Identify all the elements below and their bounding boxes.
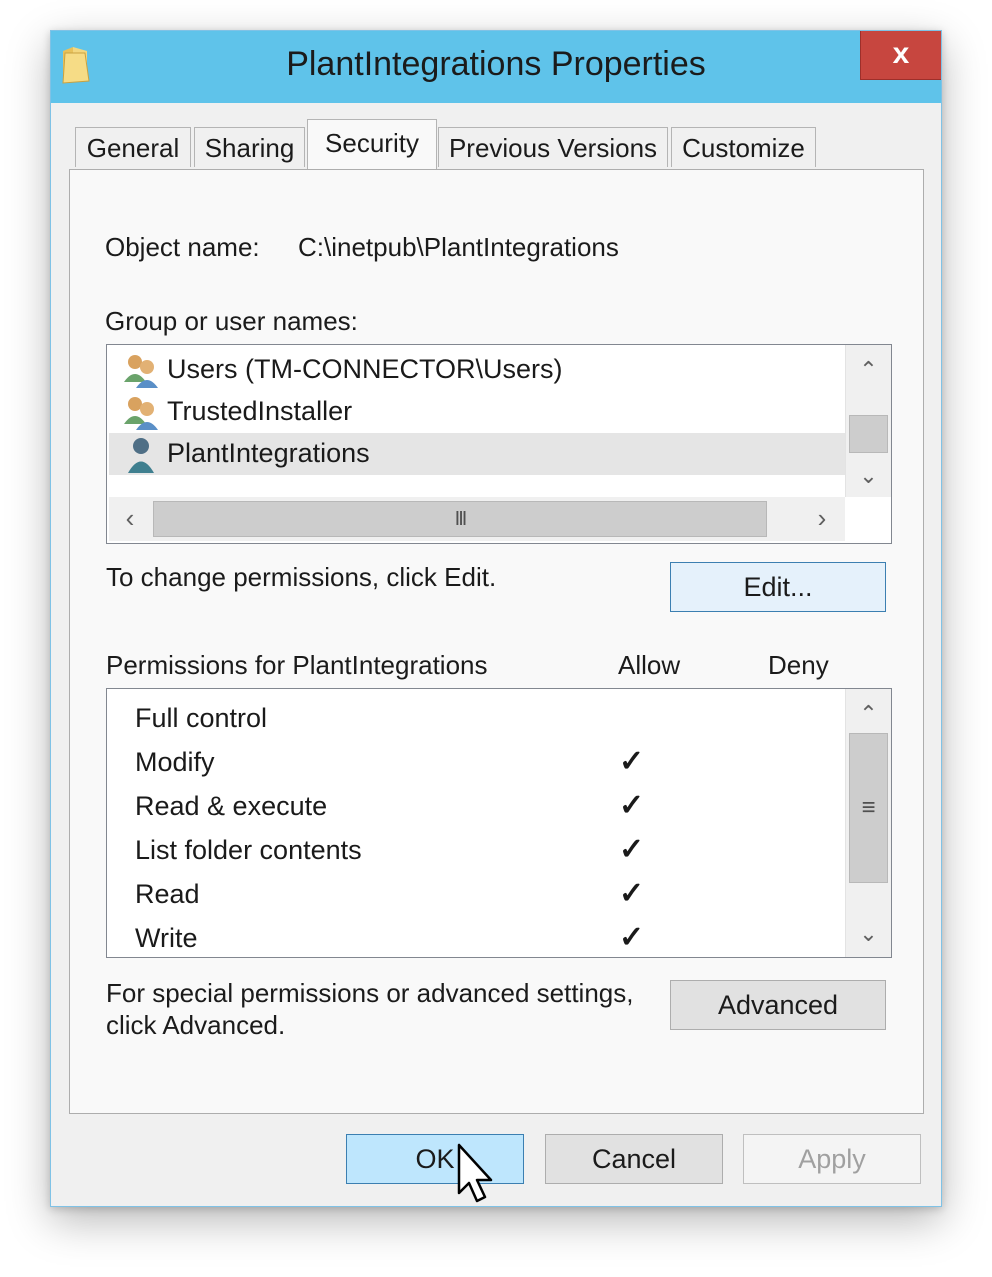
tab-sharing[interactable]: Sharing [194, 127, 305, 167]
list-item-users[interactable]: Users (TM-CONNECTOR\Users) [109, 349, 845, 391]
scroll-grip-icon: III [454, 508, 468, 530]
scroll-grip-icon: ≡ [861, 794, 876, 821]
group-users-icon [124, 355, 158, 388]
permission-name: Read [135, 879, 200, 909]
user-label: Users (TM-CONNECTOR\Users) [167, 354, 563, 384]
permission-name: Write [135, 923, 198, 953]
scroll-thumb[interactable]: ≡ [849, 733, 888, 883]
scroll-left-icon[interactable]: ‹ [115, 503, 145, 535]
advanced-button[interactable]: Advanced [670, 980, 886, 1030]
tab-security[interactable]: Security [307, 119, 437, 169]
change-permissions-hint: To change permissions, click Edit. [106, 562, 497, 592]
mouse-cursor-icon [457, 1143, 493, 1203]
permission-name: Read & execute [135, 791, 328, 821]
allow-check-icon: ✓ [619, 877, 645, 910]
tab-previous-versions[interactable]: Previous Versions [438, 127, 668, 167]
properties-dialog: PlantIntegrations Properties x General S… [50, 30, 942, 1207]
window-title: PlantIntegrations Properties [286, 45, 706, 83]
group-users-icon [124, 397, 158, 430]
permission-name: List folder contents [135, 835, 362, 865]
scroll-up-icon[interactable]: ⌃ [846, 693, 891, 735]
user-list-horizontal-scrollbar[interactable]: ‹ III › [109, 497, 845, 541]
advanced-hint-line2: click Advanced. [106, 1010, 286, 1040]
title-bar[interactable]: PlantIntegrations Properties x [51, 31, 941, 103]
deny-column-header: Deny [768, 650, 829, 680]
scroll-thumb[interactable] [849, 415, 888, 453]
list-item-plantintegrations[interactable]: PlantIntegrations [109, 433, 845, 475]
allow-column-header: Allow [618, 650, 681, 680]
permission-name: Modify [135, 747, 215, 777]
object-name-value: C:\inetpub\PlantIntegrations [298, 232, 619, 262]
ok-button[interactable]: OK [346, 1134, 524, 1184]
permission-name: Full control [135, 703, 268, 733]
edit-button[interactable]: Edit... [670, 562, 886, 612]
scroll-right-icon[interactable]: › [807, 503, 837, 535]
permissions-vertical-scrollbar[interactable]: ⌃ ≡ ⌄ [845, 689, 891, 957]
single-user-icon [128, 438, 154, 473]
close-button[interactable]: x [860, 31, 941, 80]
apply-button[interactable]: Apply [743, 1134, 921, 1184]
user-label: PlantIntegrations [167, 438, 370, 468]
cancel-button[interactable]: Cancel [545, 1134, 723, 1184]
tab-customize[interactable]: Customize [671, 127, 816, 167]
tab-general[interactable]: General [75, 127, 191, 167]
allow-check-icon: ✓ [619, 921, 645, 954]
allow-check-icon: ✓ [619, 833, 645, 866]
user-list[interactable]: Users (TM-CONNECTOR\Users) TrustedInstal… [106, 344, 892, 544]
advanced-hint-line1: For special permissions or advanced sett… [106, 978, 634, 1008]
group-or-user-names-label: Group or user names: [105, 306, 358, 336]
allow-check-icon: ✓ [619, 789, 645, 822]
list-item-trustedinstaller[interactable]: TrustedInstaller [109, 391, 845, 433]
scroll-down-icon[interactable]: ⌄ [846, 455, 891, 497]
allow-check-icon: ✓ [619, 745, 645, 778]
user-label: TrustedInstaller [167, 396, 353, 426]
permissions-list[interactable]: Full control Modify ✓ Read & execute ✓ L… [106, 688, 892, 958]
scroll-down-icon[interactable]: ⌄ [846, 913, 891, 955]
security-tab-panel: Object name: C:\inetpub\PlantIntegration… [69, 169, 924, 1114]
horizontal-scroll-thumb[interactable]: III [153, 501, 767, 537]
scroll-up-icon[interactable]: ⌃ [846, 349, 891, 391]
user-list-vertical-scrollbar[interactable]: ⌃ ⌄ [845, 345, 891, 497]
object-name-label: Object name: [105, 232, 260, 262]
permissions-header: Permissions for PlantIntegrations [106, 650, 488, 680]
